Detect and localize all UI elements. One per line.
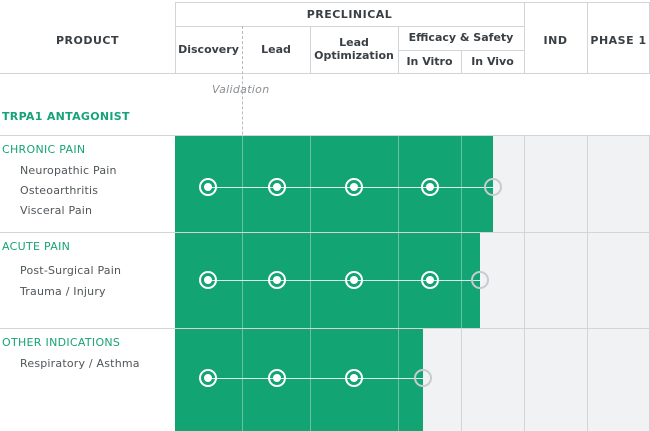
- bar-column-line: [242, 329, 243, 431]
- header-preclinical: PRECLINICAL: [306, 7, 393, 21]
- header-top-line: [175, 2, 650, 3]
- indication-label: Visceral Pain: [20, 204, 93, 217]
- header-product: PRODUCT: [55, 33, 120, 47]
- row-grid-line: [587, 135, 588, 232]
- header-ind: IND: [543, 33, 568, 47]
- row-grid-line: [524, 135, 525, 232]
- milestone-connector: [208, 378, 424, 379]
- header-bottom-line: [0, 73, 650, 74]
- bar-column-line: [310, 329, 311, 431]
- indication-label: Respiratory / Asthma: [20, 357, 140, 370]
- row-grid-line: [587, 328, 588, 431]
- header-phase1: PHASE 1: [590, 33, 647, 47]
- product-title: TRPA1 ANTAGONIST: [2, 110, 130, 123]
- milestone-dot: [345, 178, 363, 196]
- validation-label: Validation: [212, 83, 270, 96]
- indication-label: Neuropathic Pain: [20, 164, 117, 177]
- milestone-dot: [345, 271, 363, 289]
- bar-column-line: [398, 329, 399, 431]
- indication-label: Osteoarthritis: [20, 184, 99, 197]
- header-in-vitro: In Vitro: [406, 54, 453, 68]
- milestone-dot-next: [483, 178, 502, 196]
- milestone-dot-next: [470, 271, 489, 289]
- milestone-dot: [268, 178, 286, 196]
- milestone-dot: [421, 271, 439, 289]
- category-label: ACUTE PAIN: [2, 240, 71, 253]
- header-in-vivo: In Vivo: [471, 54, 514, 68]
- row-grid-line: [587, 232, 588, 328]
- bar-column-line: [398, 136, 399, 232]
- header-discovery: Discovery: [178, 42, 239, 56]
- milestone-connector: [208, 280, 480, 281]
- bar-column-line: [310, 136, 311, 232]
- row-remaining-shade: [423, 329, 524, 431]
- bar-column-line: [461, 136, 462, 232]
- indication-label: Trauma / Injury: [20, 285, 106, 298]
- milestone-dot: [199, 369, 217, 387]
- row-grid-line: [524, 232, 525, 328]
- milestone-dot: [421, 178, 439, 196]
- row-grid-line: [524, 328, 525, 431]
- progress-bar: [175, 136, 493, 232]
- milestone-dot: [345, 369, 363, 387]
- milestone-dot: [268, 369, 286, 387]
- indication-label: Post-Surgical Pain: [20, 264, 122, 277]
- row-grid-line: [461, 328, 462, 431]
- milestone-dot: [268, 271, 286, 289]
- category-label: CHRONIC PAIN: [2, 143, 86, 156]
- header-lead-optimization: Lead Optimization: [314, 36, 394, 62]
- milestone-dot: [199, 271, 217, 289]
- header-efficacy-safety: Efficacy & Safety: [408, 31, 514, 45]
- milestone-dot: [199, 178, 217, 196]
- header-lead: Lead: [261, 42, 291, 56]
- category-label: OTHER INDICATIONS: [2, 336, 121, 349]
- bar-column-line: [242, 136, 243, 232]
